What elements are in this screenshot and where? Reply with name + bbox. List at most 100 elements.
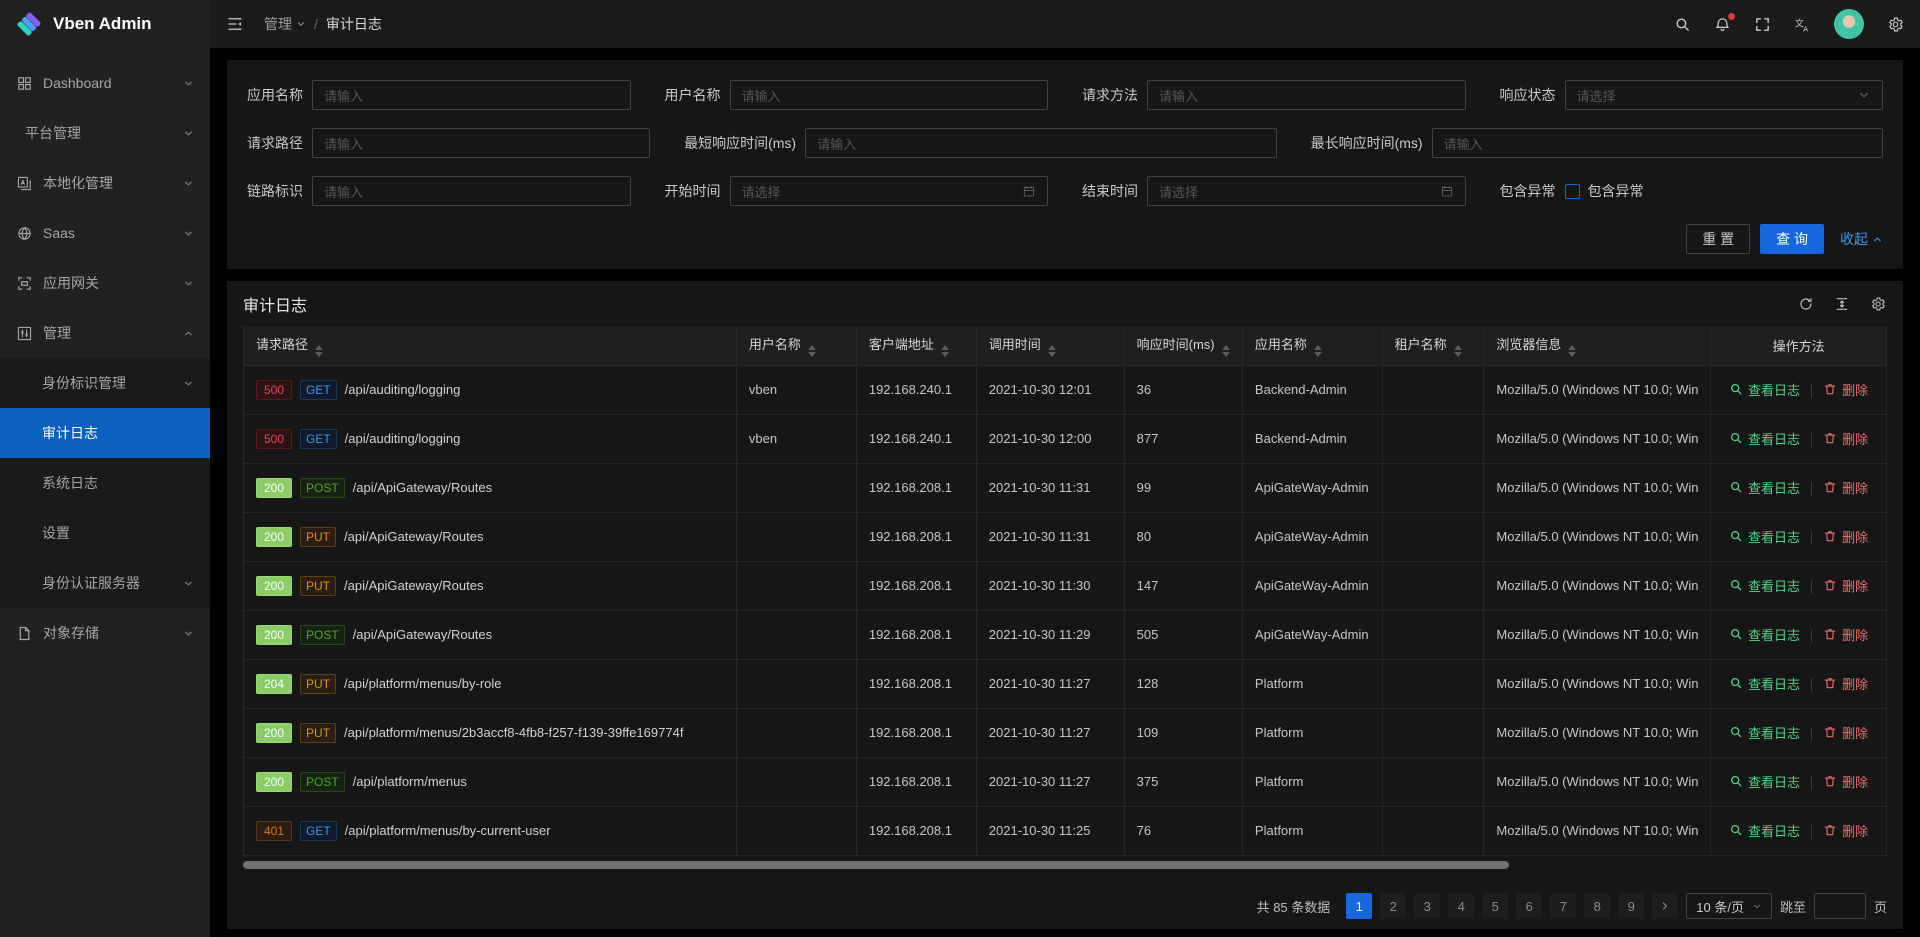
view-log-button[interactable]: 查看日志 (1729, 527, 1800, 546)
jump-page-input[interactable] (1814, 893, 1866, 919)
page-size-value: 10 条/页 (1696, 897, 1744, 916)
text-input[interactable]: 请输入 (312, 80, 631, 110)
page-button[interactable]: 3 (1414, 893, 1440, 919)
sidebar-item[interactable]: 设置 (0, 508, 210, 558)
placeholder-text: 请输入 (1444, 134, 1483, 153)
column-header[interactable]: 响应时间(ms) (1124, 327, 1242, 365)
date-picker[interactable]: 请选择 (730, 176, 1049, 206)
request-path: /api/platform/menus (353, 774, 467, 789)
view-log-button[interactable]: 查看日志 (1729, 674, 1800, 693)
view-log-button[interactable]: 查看日志 (1729, 772, 1800, 791)
view-log-button[interactable]: 查看日志 (1729, 576, 1800, 595)
sidebar-item[interactable]: 审计日志 (0, 408, 210, 458)
calendar-icon (1440, 184, 1454, 198)
browser-info-cell: Mozilla/5.0 (Windows NT 10.0; Win (1484, 806, 1711, 855)
search-button[interactable]: 查 询 (1760, 224, 1824, 254)
status-badge: 500 (256, 380, 292, 400)
text-input[interactable]: 请输入 (730, 80, 1049, 110)
delete-button[interactable]: 删除 (1823, 821, 1868, 840)
text-input[interactable]: 请输入 (312, 128, 650, 158)
filter-field: 响应状态请选择 (1500, 80, 1884, 110)
brand[interactable]: Vben Admin (0, 0, 210, 48)
column-header[interactable]: 请求路径 (244, 327, 737, 365)
column-header[interactable]: 用户名称 (736, 327, 856, 365)
page-size-select[interactable]: 10 条/页 (1686, 893, 1772, 919)
next-page-button[interactable] (1652, 893, 1678, 919)
refresh-icon[interactable] (1798, 296, 1815, 313)
sidebar-item[interactable]: 应用网关 (0, 258, 210, 308)
delete-button[interactable]: 删除 (1823, 772, 1868, 791)
delete-button[interactable]: 删除 (1823, 527, 1868, 546)
column-header[interactable]: 客户端地址 (856, 327, 976, 365)
date-picker[interactable]: 请选择 (1147, 176, 1466, 206)
tenant-name-cell (1382, 659, 1484, 708)
page-button[interactable]: 5 (1482, 893, 1508, 919)
text-input[interactable]: 请输入 (805, 128, 1277, 158)
column-header[interactable]: 浏览器信息 (1484, 327, 1711, 365)
translate-file-icon (16, 175, 33, 192)
sidebar-item[interactable]: 管理 (0, 308, 210, 358)
view-log-label: 查看日志 (1748, 527, 1800, 546)
reset-button[interactable]: 重 置 (1686, 224, 1750, 254)
page-button[interactable]: 1 (1346, 893, 1372, 919)
delete-button[interactable]: 删除 (1823, 429, 1868, 448)
scrollbar-thumb[interactable] (243, 861, 1509, 869)
status-select[interactable]: 请选择 (1565, 80, 1884, 110)
page-button[interactable]: 2 (1380, 893, 1406, 919)
row-height-icon[interactable] (1834, 296, 1851, 313)
text-input[interactable]: 请输入 (1432, 128, 1883, 158)
translate-icon[interactable]: 文A (1794, 16, 1811, 33)
column-header[interactable]: 调用时间 (976, 327, 1124, 365)
view-log-button[interactable]: 查看日志 (1729, 723, 1800, 742)
column-header[interactable]: 租户名称 (1382, 327, 1484, 365)
placeholder-text: 请输入 (817, 134, 856, 153)
delete-button[interactable]: 删除 (1823, 576, 1868, 595)
exception-checkbox[interactable] (1565, 184, 1580, 199)
view-log-button[interactable]: 查看日志 (1729, 625, 1800, 644)
text-input[interactable]: 请输入 (312, 176, 631, 206)
page-button[interactable]: 8 (1584, 893, 1610, 919)
notification-bell-icon[interactable] (1714, 16, 1731, 33)
column-header[interactable]: 应用名称 (1242, 327, 1382, 365)
sidebar-item[interactable]: Dashboard (0, 58, 210, 108)
user-avatar[interactable] (1834, 9, 1864, 39)
view-log-button[interactable]: 查看日志 (1729, 429, 1800, 448)
sidebar-item[interactable]: 本地化管理 (0, 158, 210, 208)
page-button[interactable]: 9 (1618, 893, 1644, 919)
sidebar-item[interactable]: Saas (0, 208, 210, 258)
actions-cell: 查看日志 删除 (1711, 610, 1887, 659)
table-row: 401GET/api/platform/menus/by-current-use… (244, 806, 1887, 855)
delete-button[interactable]: 删除 (1823, 478, 1868, 497)
sidebar-item[interactable]: 身份认证服务器 (0, 558, 210, 608)
sidebar-item[interactable]: 对象存储 (0, 608, 210, 658)
sidebar-item[interactable]: 平台管理 (0, 108, 210, 158)
user-name-cell: vben (736, 414, 856, 463)
method-badge: POST (300, 772, 345, 792)
placeholder-text: 请选择 (742, 182, 781, 201)
delete-button[interactable]: 删除 (1823, 625, 1868, 644)
column-settings-gear-icon[interactable] (1870, 296, 1887, 313)
tenant-name-cell (1382, 757, 1484, 806)
view-log-button[interactable]: 查看日志 (1729, 821, 1800, 840)
page-button[interactable]: 6 (1516, 893, 1542, 919)
user-name-cell (736, 659, 856, 708)
sort-descend-caret (1454, 352, 1462, 357)
page-button[interactable]: 4 (1448, 893, 1474, 919)
settings-gear-icon[interactable] (1887, 16, 1904, 33)
fullscreen-icon[interactable] (1754, 16, 1771, 33)
search-icon[interactable] (1674, 16, 1691, 33)
menu-fold-icon[interactable] (226, 15, 244, 33)
delete-button[interactable]: 删除 (1823, 674, 1868, 693)
page-button[interactable]: 7 (1550, 893, 1576, 919)
sidebar-item[interactable]: 身份标识管理 (0, 358, 210, 408)
collapse-panel-link[interactable]: 收起 (1840, 229, 1883, 249)
breadcrumb-section[interactable]: 管理 (264, 14, 306, 34)
delete-button[interactable]: 删除 (1823, 380, 1868, 399)
sidebar-item[interactable]: 系统日志 (0, 458, 210, 508)
view-log-button[interactable]: 查看日志 (1729, 380, 1800, 399)
sidebar-item-label: 平台管理 (25, 123, 183, 143)
sort-carets-icon (1048, 345, 1056, 357)
view-log-button[interactable]: 查看日志 (1729, 478, 1800, 497)
delete-button[interactable]: 删除 (1823, 723, 1868, 742)
text-input[interactable]: 请输入 (1147, 80, 1466, 110)
